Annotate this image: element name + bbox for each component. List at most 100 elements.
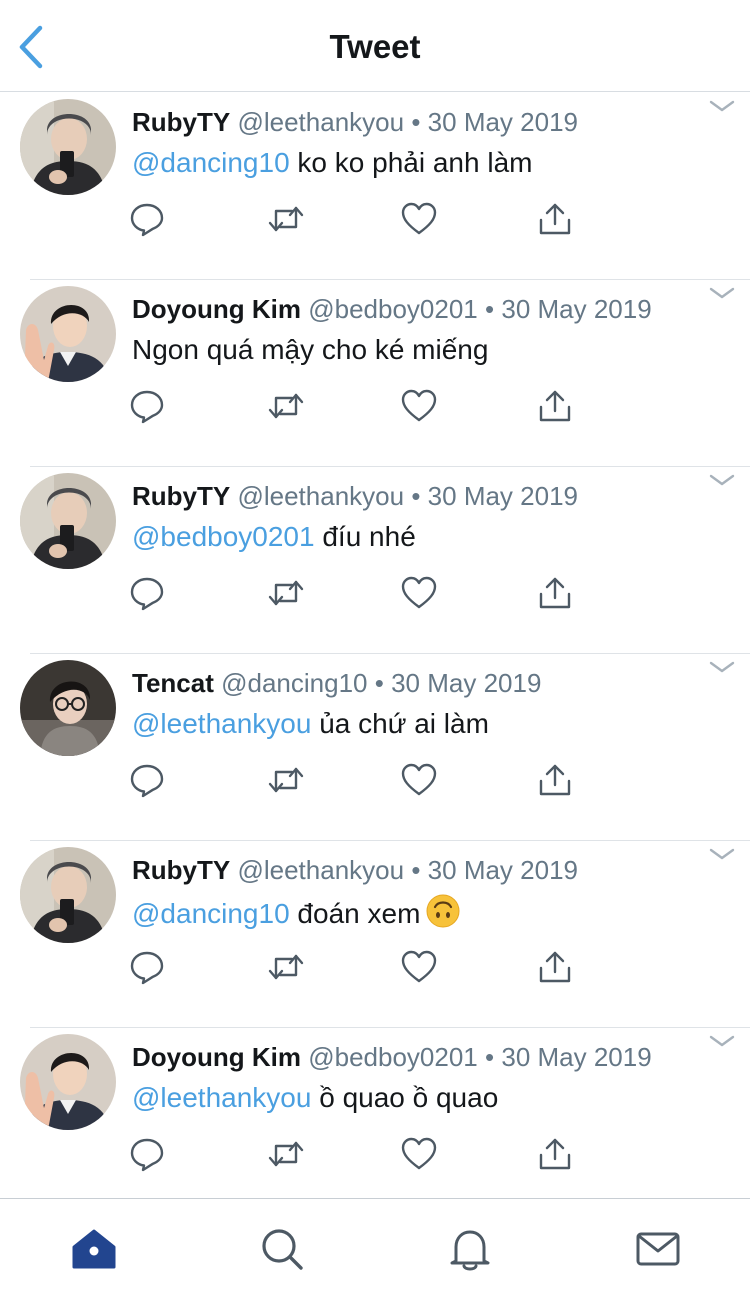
retweet-button[interactable] (268, 575, 304, 611)
share-button[interactable] (537, 1136, 573, 1172)
username[interactable]: @dancing10 (221, 668, 367, 698)
tweet[interactable]: Tencat @dancing10 • 30 May 2019 @leethank… (0, 654, 750, 841)
reply-button[interactable] (129, 575, 165, 611)
display-name[interactable]: Doyoung Kim (132, 294, 301, 324)
tweet-body: @leethankyou ồ quao ồ quao (132, 1081, 498, 1115)
avatar[interactable] (20, 473, 116, 569)
retweet-button[interactable] (268, 762, 304, 798)
tweet-header: Doyoung Kim @bedboy0201 • 30 May 2019 (132, 1042, 652, 1072)
reply-icon (129, 762, 165, 798)
tab-home[interactable] (70, 1225, 118, 1273)
tweet-menu-button[interactable] (709, 1034, 735, 1048)
heart-icon (401, 1136, 437, 1172)
tweet-menu-button[interactable] (709, 473, 735, 487)
avatar[interactable] (20, 99, 116, 195)
heart-icon (401, 201, 437, 237)
tab-messages[interactable] (634, 1225, 682, 1273)
reply-button[interactable] (129, 388, 165, 424)
tweet-header: RubyTY @leethankyou • 30 May 2019 (132, 481, 578, 511)
username[interactable]: @bedboy0201 (308, 294, 478, 324)
username[interactable]: @leethankyou (237, 107, 404, 137)
reply-icon (129, 575, 165, 611)
display-name[interactable]: RubyTY (132, 855, 230, 885)
username[interactable]: @leethankyou (237, 481, 404, 511)
tweet-body: Ngon quá mậy cho ké miếng (132, 333, 488, 367)
share-icon (537, 575, 573, 611)
mention-link[interactable]: @dancing10 (132, 147, 290, 178)
tab-search[interactable] (258, 1225, 306, 1273)
separator-dot: • (411, 855, 421, 885)
tweet-text: đíu nhé (314, 521, 416, 552)
timestamp: 30 May 2019 (427, 107, 578, 137)
retweet-button[interactable] (268, 201, 304, 237)
share-button[interactable] (537, 762, 573, 798)
tweet[interactable]: RubyTY @leethankyou • 30 May 2019 @dancin… (0, 93, 750, 280)
tweet-text: Ngon quá mậy cho ké miếng (132, 334, 489, 365)
tab-bar (0, 1198, 750, 1296)
reply-icon (129, 201, 165, 237)
home-icon (72, 1229, 116, 1269)
retweet-button[interactable] (268, 949, 304, 985)
separator-dot: • (411, 107, 421, 137)
chevron-down-icon (709, 1034, 735, 1048)
mail-icon (636, 1232, 680, 1266)
avatar[interactable] (20, 660, 116, 756)
reply-button[interactable] (129, 949, 165, 985)
display-name[interactable]: Tencat (132, 668, 214, 698)
tweet-header: Doyoung Kim @bedboy0201 • 30 May 2019 (132, 294, 652, 324)
retweet-icon (268, 762, 304, 798)
mention-link[interactable]: @leethankyou (132, 708, 311, 739)
mention-link[interactable]: @dancing10 (132, 898, 290, 929)
display-name[interactable]: RubyTY (132, 107, 230, 137)
reply-button[interactable] (129, 762, 165, 798)
avatar[interactable] (20, 847, 116, 943)
chevron-down-icon (709, 473, 735, 487)
chevron-down-icon (709, 660, 735, 674)
bell-icon (450, 1230, 490, 1271)
avatar[interactable] (20, 286, 116, 382)
tweet-text: ồ quao ồ quao (311, 1082, 499, 1113)
reply-button[interactable] (129, 201, 165, 237)
tab-notifications[interactable] (446, 1225, 494, 1273)
tweet-text: ko ko phải anh làm (289, 147, 533, 178)
like-button[interactable] (401, 1136, 437, 1172)
share-button[interactable] (537, 575, 573, 611)
heart-icon (401, 949, 437, 985)
tweet-menu-button[interactable] (709, 660, 735, 674)
display-name[interactable]: RubyTY (132, 481, 230, 511)
separator-dot: • (411, 481, 421, 511)
retweet-icon (268, 388, 304, 424)
retweet-button[interactable] (268, 1136, 304, 1172)
share-button[interactable] (537, 949, 573, 985)
reply-button[interactable] (129, 1136, 165, 1172)
retweet-icon (268, 949, 304, 985)
top-bar: Tweet (0, 0, 750, 92)
like-button[interactable] (401, 949, 437, 985)
tweet-menu-button[interactable] (709, 99, 735, 113)
tweet[interactable]: RubyTY @leethankyou • 30 May 2019 @bedboy… (0, 467, 750, 654)
like-button[interactable] (401, 201, 437, 237)
timestamp: 30 May 2019 (501, 1042, 652, 1072)
mention-link[interactable]: @leethankyou (132, 1082, 311, 1113)
avatar[interactable] (20, 1034, 116, 1130)
tweet[interactable]: Doyoung Kim @bedboy0201 • 30 May 2019 Ngo… (0, 280, 750, 467)
tweet[interactable]: RubyTY @leethankyou • 30 May 2019 @dancin… (0, 841, 750, 1028)
retweet-button[interactable] (268, 388, 304, 424)
share-icon (537, 1136, 573, 1172)
like-button[interactable] (401, 575, 437, 611)
like-button[interactable] (401, 762, 437, 798)
username[interactable]: @leethankyou (237, 855, 404, 885)
mention-link[interactable]: @bedboy0201 (132, 521, 315, 552)
tweet-actions (0, 388, 750, 428)
tweet-menu-button[interactable] (709, 847, 735, 861)
timestamp: 30 May 2019 (391, 668, 542, 698)
share-button[interactable] (537, 201, 573, 237)
tweet-menu-button[interactable] (709, 286, 735, 300)
display-name[interactable]: Doyoung Kim (132, 1042, 301, 1072)
username[interactable]: @bedboy0201 (308, 1042, 478, 1072)
tweet[interactable]: Doyoung Kim @bedboy0201 • 30 May 2019 @le… (0, 1028, 750, 1215)
tweet-actions (0, 1136, 750, 1176)
share-button[interactable] (537, 388, 573, 424)
like-button[interactable] (401, 388, 437, 424)
heart-icon (401, 388, 437, 424)
